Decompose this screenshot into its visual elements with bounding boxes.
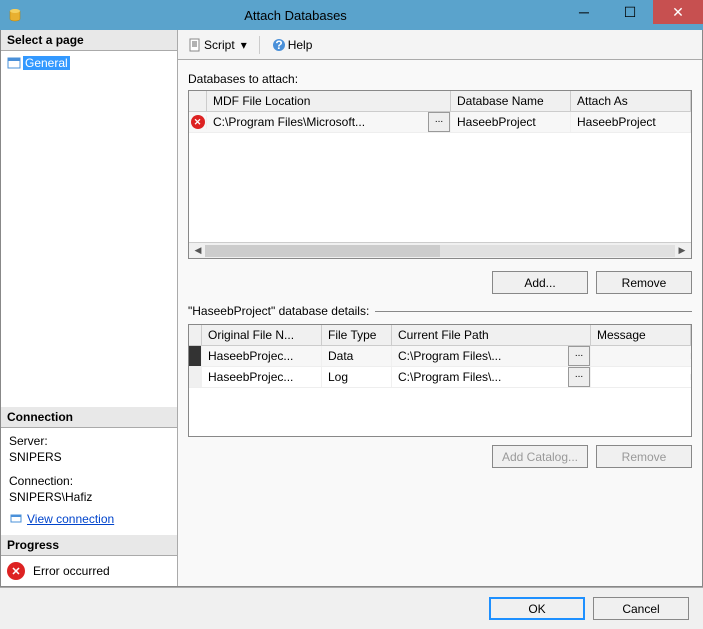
server-value: SNIPERS: [9, 450, 169, 464]
add-button[interactable]: Add...: [492, 271, 588, 294]
close-button[interactable]: ✕: [653, 0, 703, 24]
col-attach-header[interactable]: Attach As: [571, 91, 691, 111]
svg-text:?: ?: [275, 38, 282, 52]
database-row[interactable]: ✕ C:\Program Files\Microsoft... ... Hase…: [189, 112, 691, 133]
titlebar[interactable]: Attach Databases ─ ☐ ✕: [0, 0, 703, 30]
maximize-button[interactable]: ☐: [607, 0, 653, 24]
remove-button[interactable]: Remove: [596, 271, 692, 294]
col-mdf-header[interactable]: MDF File Location: [207, 91, 451, 111]
app-icon: [0, 7, 30, 23]
col-dbname-header[interactable]: Database Name: [451, 91, 571, 111]
dropdown-arrow-icon: ▾: [241, 38, 247, 52]
ok-button[interactable]: OK: [489, 597, 585, 620]
progress-status: Error occurred: [33, 564, 110, 578]
grid-scrollbar[interactable]: ◀ ▶: [189, 242, 691, 258]
script-button[interactable]: Script ▾: [184, 36, 251, 54]
connection-header: Connection: [1, 407, 177, 428]
sidebar-page-general[interactable]: General: [5, 55, 173, 71]
sidebar: Select a page General Connection Server:…: [1, 30, 178, 586]
dialog-footer: OK Cancel: [0, 587, 703, 629]
connection-value: SNIPERS\Hafiz: [9, 490, 169, 504]
detail-row[interactable]: HaseebProjec... Log C:\Program Files\...…: [189, 367, 691, 388]
cancel-button[interactable]: Cancel: [593, 597, 689, 620]
details-label: "HaseebProject" database details:: [188, 304, 375, 318]
col-ft-header[interactable]: File Type: [322, 325, 392, 345]
server-label: Server:: [9, 434, 169, 448]
window-title: Attach Databases: [30, 8, 561, 23]
add-catalog-button: Add Catalog...: [492, 445, 588, 468]
detail-row[interactable]: HaseebProjec... Data C:\Program Files\..…: [189, 346, 691, 367]
row-error-icon: ✕: [191, 115, 205, 129]
error-icon: ✕: [7, 562, 25, 580]
connection-icon: [9, 512, 23, 526]
databases-grid[interactable]: MDF File Location Database Name Attach A…: [188, 90, 692, 259]
connection-label: Connection:: [9, 474, 169, 488]
col-cfp-header[interactable]: Current File Path: [392, 325, 591, 345]
toolbar: Script ▾ ? Help: [178, 30, 702, 60]
browse-path-button[interactable]: ...: [568, 367, 590, 387]
databases-to-attach-label: Databases to attach:: [188, 72, 692, 86]
minimize-button[interactable]: ─: [561, 0, 607, 24]
col-msg-header[interactable]: Message: [591, 325, 691, 345]
page-icon: [7, 56, 21, 70]
help-button[interactable]: ? Help: [268, 36, 317, 54]
select-page-header: Select a page: [1, 30, 177, 51]
main-panel: Script ▾ ? Help Databases to attach: MDF…: [178, 30, 702, 586]
view-connection-link[interactable]: View connection: [9, 512, 114, 526]
browse-mdf-button[interactable]: ...: [428, 112, 450, 132]
col-ofn-header[interactable]: Original File N...: [202, 325, 322, 345]
attach-databases-dialog: Attach Databases ─ ☐ ✕ Select a page Gen…: [0, 0, 703, 629]
details-grid[interactable]: Original File N... File Type Current Fil…: [188, 324, 692, 437]
script-icon: [188, 38, 202, 52]
help-icon: ?: [272, 38, 286, 52]
database-details-fieldset: "HaseebProject" database details: Origin…: [188, 304, 692, 437]
browse-path-button[interactable]: ...: [568, 346, 590, 366]
progress-header: Progress: [1, 535, 177, 556]
remove-detail-button: Remove: [596, 445, 692, 468]
